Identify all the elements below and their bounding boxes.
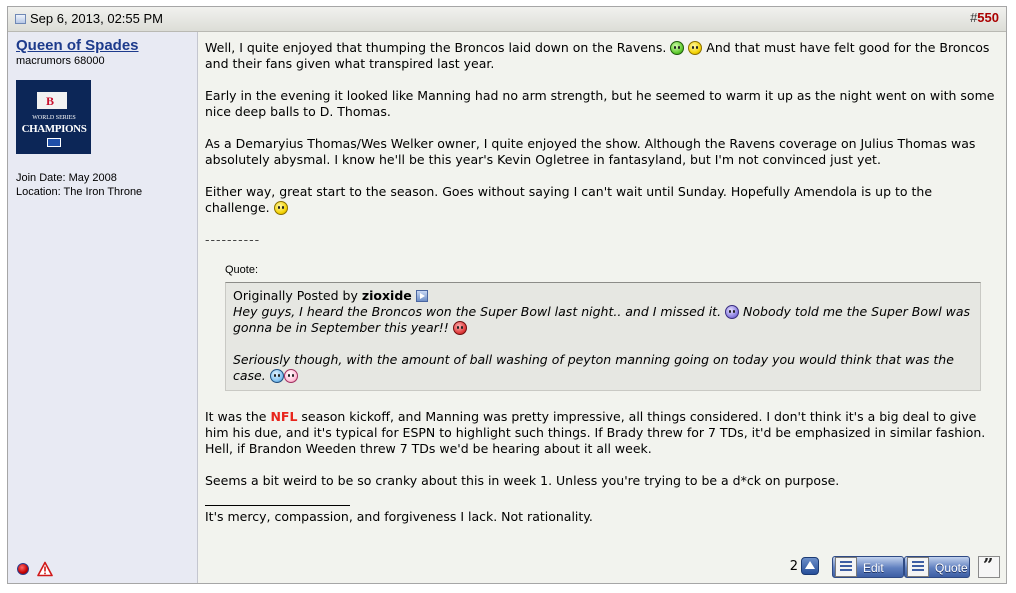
quote-button-label: Quote xyxy=(935,561,968,575)
post-message: Well, I quite enjoyed that thumping the … xyxy=(205,40,995,525)
report-post-icon[interactable] xyxy=(37,561,53,577)
avatar-champions-text: CHAMPIONS xyxy=(21,123,87,135)
join-date: Join Date: May 2008 xyxy=(16,172,117,184)
forum-post: Sep 6, 2013, 02:55 PM #550 Queen of Spad… xyxy=(7,6,1007,584)
quote-text: Seriously though, with the amount of bal… xyxy=(233,352,954,383)
quote-paragraph: Seriously though, with the amount of bal… xyxy=(233,352,972,384)
message-text: Either way, great start to the season. G… xyxy=(205,184,933,215)
nfl-link[interactable]: NFL xyxy=(270,409,297,424)
quote-author: zioxide xyxy=(361,288,412,303)
multi-quote-button[interactable]: ” xyxy=(978,555,1000,578)
smile-smiley-icon xyxy=(688,41,703,55)
big-grin-smiley-icon xyxy=(670,41,685,55)
quote-block: Originally Posted by zioxide Hey guys, I… xyxy=(225,282,981,391)
post-number-value[interactable]: 550 xyxy=(977,10,999,25)
user-title: macrumors 68000 xyxy=(16,55,105,67)
quote-header: Originally Posted by zioxide xyxy=(233,288,972,304)
quote-icon xyxy=(907,557,929,577)
message-column: Well, I quite enjoyed that thumping the … xyxy=(198,32,1006,583)
message-text: It was the xyxy=(205,409,267,424)
user-location: Location: The Iron Throne xyxy=(16,186,143,198)
message-paragraph: Well, I quite enjoyed that thumping the … xyxy=(205,40,995,72)
back-to-top-button[interactable] xyxy=(801,557,819,575)
username-link[interactable]: Queen of Spades xyxy=(16,37,139,54)
signature: It's mercy, compassion, and forgiveness … xyxy=(205,509,593,524)
smile-smiley-icon xyxy=(273,201,288,215)
avatar-world-series-text: WORLD SERIES xyxy=(32,115,76,121)
edit-button[interactable]: Edit xyxy=(832,556,904,578)
user-info-column: Queen of Spades macrumors 68000 B WORLD … xyxy=(8,32,198,583)
post-number[interactable]: #550 xyxy=(970,10,999,25)
quote-originally-posted-by: Originally Posted by xyxy=(233,288,358,303)
avatar-league-logo xyxy=(47,138,61,147)
post-header: Sep 6, 2013, 02:55 PM #550 xyxy=(8,7,1006,32)
quote-paragraph: Hey guys, I heard the Broncos won the Su… xyxy=(233,304,972,336)
quote-button[interactable]: Quote xyxy=(904,556,970,578)
avatar-banner: B xyxy=(37,92,67,109)
quote-text: Hey guys, I heard the Broncos won the Su… xyxy=(233,304,722,319)
avatar[interactable]: B WORLD SERIES CHAMPIONS xyxy=(16,80,91,154)
offline-status-icon xyxy=(17,563,29,575)
signature-divider xyxy=(205,505,350,506)
tongue-smiley-icon xyxy=(283,369,298,383)
confused-smiley-icon xyxy=(725,305,740,319)
edit-icon xyxy=(835,557,857,577)
separator-line: ---------- xyxy=(205,232,261,247)
view-post-icon[interactable] xyxy=(415,290,428,302)
avatar-banner-letter: B xyxy=(46,94,55,108)
message-text: season kickoff, and Manning was pretty i… xyxy=(205,409,986,456)
post-date: Sep 6, 2013, 02:55 PM xyxy=(30,11,163,26)
message-paragraph: Either way, great start to the season. G… xyxy=(205,184,995,216)
message-text: Well, I quite enjoyed that thumping the … xyxy=(205,40,667,55)
edit-button-label: Edit xyxy=(863,561,884,575)
message-paragraph: Early in the evening it looked like Mann… xyxy=(205,88,995,119)
post-action-bar: 2 Edit Quote ” xyxy=(770,555,1000,578)
rolleyes-smiley-icon xyxy=(269,369,284,383)
post-status-icon xyxy=(15,14,26,24)
quote-body: Hey guys, I heard the Broncos won the Su… xyxy=(233,304,972,384)
message-paragraph: Seems a bit weird to be so cranky about … xyxy=(205,473,840,488)
reputation-count: 2 xyxy=(789,559,798,574)
mad-smiley-icon xyxy=(452,321,467,335)
multi-quote-icon: ” xyxy=(983,555,994,576)
message-paragraph: As a Demaryius Thomas/Wes Welker owner, … xyxy=(205,136,976,167)
message-paragraph: It was the NFL season kickoff, and Manni… xyxy=(205,409,995,457)
quote-label: Quote: xyxy=(225,264,259,276)
